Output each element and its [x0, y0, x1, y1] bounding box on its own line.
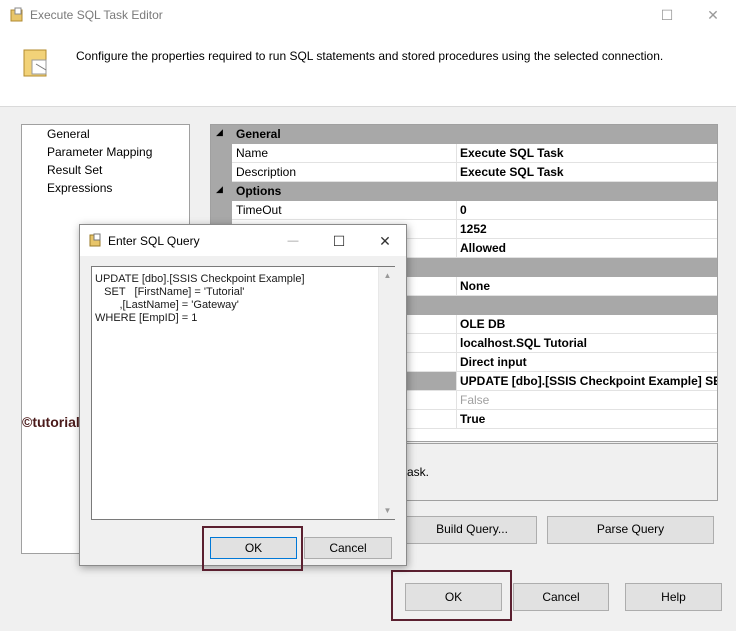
header-band: [0, 31, 736, 107]
dialog-app-icon: [89, 233, 103, 250]
sql-query-textarea[interactable]: UPDATE [dbo].[SSIS Checkpoint Example] S…: [91, 266, 395, 520]
property-value[interactable]: 0: [457, 201, 717, 220]
property-name: Description: [232, 163, 457, 182]
maximize-icon[interactable]: ☐: [328, 230, 350, 252]
category-label: General: [236, 127, 281, 141]
header-description: Configure the properties required to run…: [76, 49, 664, 63]
property-value[interactable]: True: [457, 410, 717, 429]
dialog-ok-button[interactable]: OK: [210, 537, 297, 559]
maximize-icon[interactable]: ☐: [656, 4, 678, 26]
property-value[interactable]: Allowed: [457, 239, 717, 258]
parse-query-button[interactable]: Parse Query: [547, 516, 714, 544]
build-query-button[interactable]: Build Query...: [395, 516, 537, 544]
window-title: Execute SQL Task Editor: [30, 8, 163, 22]
category-label: Options: [236, 184, 282, 198]
nav-item[interactable]: General: [47, 127, 90, 141]
dialog-cancel-button[interactable]: Cancel: [304, 537, 392, 559]
help-button[interactable]: Help: [625, 583, 722, 611]
nav-item[interactable]: Result Set: [47, 163, 102, 177]
property-name: Name: [232, 144, 457, 163]
nav-item[interactable]: Expressions: [47, 181, 112, 195]
nav-item[interactable]: Parameter Mapping: [47, 145, 152, 159]
property-value[interactable]: False: [457, 391, 717, 410]
property-value[interactable]: UPDATE [dbo].[SSIS Checkpoint Example] S…: [457, 372, 717, 391]
dialog-titlebar: Enter SQL Query — ☐ ✕: [80, 225, 406, 256]
window-titlebar: Execute SQL Task Editor ☐ ✕: [0, 0, 736, 31]
collapse-icon[interactable]: ◢: [216, 127, 223, 138]
scroll-up-icon[interactable]: ▲: [379, 267, 396, 284]
close-icon[interactable]: ✕: [702, 4, 724, 26]
property-value[interactable]: Execute SQL Task: [457, 163, 717, 182]
property-description: ask.: [407, 465, 430, 479]
grid-category-row[interactable]: ◢ General: [211, 125, 717, 144]
grid-property-row[interactable]: Name Execute SQL Task: [211, 144, 717, 163]
property-value[interactable]: OLE DB: [457, 315, 717, 334]
scroll-down-icon[interactable]: ▼: [379, 502, 396, 519]
ok-button[interactable]: OK: [405, 583, 502, 611]
app-icon: [9, 7, 25, 26]
vertical-scrollbar[interactable]: ▲ ▼: [378, 267, 395, 519]
property-value[interactable]: Execute SQL Task: [457, 144, 717, 163]
property-value[interactable]: Direct input: [457, 353, 717, 372]
property-value[interactable]: None: [457, 277, 717, 296]
property-value[interactable]: 1252: [457, 220, 717, 239]
minimize-icon[interactable]: —: [282, 230, 304, 252]
close-icon[interactable]: ✕: [374, 230, 396, 252]
sql-query-text: UPDATE [dbo].[SSIS Checkpoint Example] S…: [95, 273, 305, 324]
enter-sql-query-dialog: Enter SQL Query — ☐ ✕ UPDATE [dbo].[SSIS…: [79, 224, 407, 571]
grid-category-row[interactable]: ◢ Options: [211, 182, 717, 201]
collapse-icon[interactable]: ◢: [216, 184, 223, 195]
property-name: TimeOut: [232, 201, 457, 220]
dialog-title: Enter SQL Query: [108, 234, 200, 248]
grid-property-row[interactable]: TimeOut 0: [211, 201, 717, 220]
cancel-button[interactable]: Cancel: [513, 583, 609, 611]
property-value[interactable]: localhost.SQL Tutorial: [457, 334, 717, 353]
grid-property-row[interactable]: Description Execute SQL Task: [211, 163, 717, 182]
task-icon: [22, 46, 52, 83]
